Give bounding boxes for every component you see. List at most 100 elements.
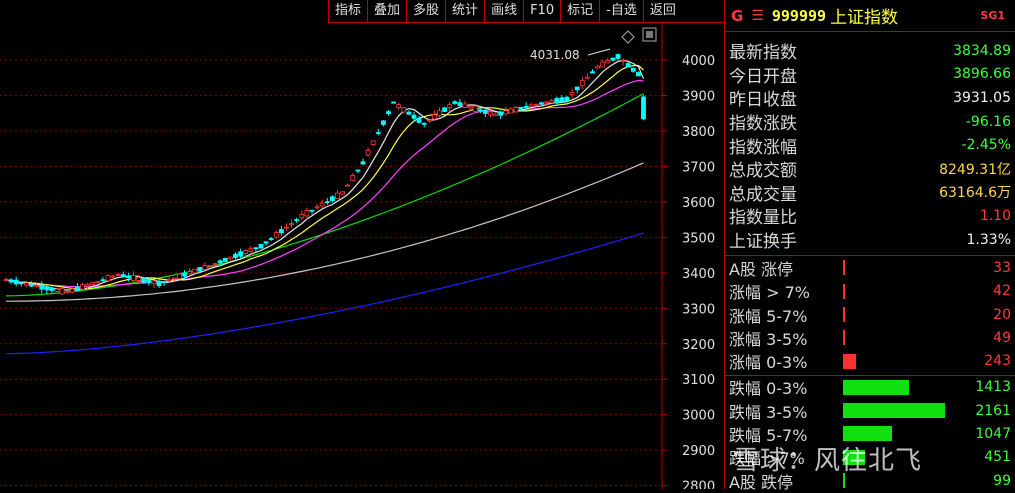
statistics-button[interactable]: 统计 xyxy=(445,0,485,22)
candle-body xyxy=(202,265,208,270)
candle-body xyxy=(482,109,488,114)
stat-row: 上证换手 1.33% xyxy=(725,228,1015,253)
stat-row: 指数量比 1.10 xyxy=(725,204,1015,229)
sg-badge[interactable]: SG1 xyxy=(980,9,1005,22)
candle-body xyxy=(59,288,65,295)
breadth-value: 42 xyxy=(993,283,1011,300)
candle-body xyxy=(375,132,381,134)
candle-body xyxy=(636,72,641,77)
candle-body xyxy=(442,107,448,112)
candle-body xyxy=(355,169,361,172)
candle-body xyxy=(360,161,366,165)
stat-value: -2.45% xyxy=(961,137,1011,154)
candle-body xyxy=(518,106,524,110)
ma250-line xyxy=(5,232,644,355)
panel-header: G ☰ 999999 上证指数 SG1 xyxy=(725,0,1015,32)
candle-body xyxy=(187,271,193,275)
f10-button[interactable]: F10 xyxy=(523,0,561,22)
index-code: 999999 xyxy=(771,6,827,25)
candle-body xyxy=(539,102,544,105)
breadth-label: 跌幅 3-5% xyxy=(729,402,808,422)
candle-body xyxy=(80,284,85,290)
candle-body xyxy=(126,275,131,279)
group-marker[interactable]: G xyxy=(731,7,743,25)
fall-row: 跌幅 0-3% 1413 xyxy=(725,376,1015,399)
candle-body xyxy=(329,196,335,202)
breadth-label: 涨幅 3-5% xyxy=(729,329,808,349)
candle-body xyxy=(85,284,90,287)
candle-body xyxy=(120,274,126,278)
candle-body xyxy=(380,120,386,125)
candle-body xyxy=(620,60,626,62)
candle-body xyxy=(391,101,397,104)
candle-body xyxy=(569,92,575,96)
draw-line-button[interactable]: 画线 xyxy=(484,0,524,22)
stat-label: 今日开盘 xyxy=(729,66,797,87)
y-tick-label: 3500 xyxy=(682,231,715,246)
breadth-label: 涨幅 5-7% xyxy=(729,306,808,326)
candle-body xyxy=(559,97,565,103)
ma10-line xyxy=(5,64,644,290)
menu-icon[interactable]: ☰ xyxy=(751,8,764,24)
indicator-button[interactable]: 指标 xyxy=(328,0,368,22)
candle-body xyxy=(477,109,483,112)
candle-body xyxy=(457,102,463,106)
candle-body xyxy=(49,287,55,291)
candle-body xyxy=(166,279,172,282)
candle-body xyxy=(90,282,96,285)
stat-row: 总成交额 8249.31亿 xyxy=(725,157,1015,181)
rise-row: A股 涨停 33 xyxy=(725,256,1015,279)
candle-body xyxy=(34,285,39,288)
index-name: 上证指数 xyxy=(830,8,899,28)
candle-body xyxy=(182,272,187,277)
breadth-bar xyxy=(843,283,845,299)
breadth-value: 1413 xyxy=(975,379,1011,396)
candle-body xyxy=(544,101,549,104)
candle-body xyxy=(605,60,611,64)
candle-body xyxy=(493,113,499,117)
candle-body xyxy=(18,282,24,285)
breadth-bar xyxy=(843,353,857,369)
stat-row: 指数涨幅 -2.45% xyxy=(725,133,1015,158)
candle-body xyxy=(467,106,473,109)
candle-body xyxy=(309,209,315,212)
stat-value: 8249.31亿 xyxy=(939,161,1011,178)
kline-chart[interactable]: 4000 3900 3800 3700 3600 3500 3400 3300 3200 3100… xyxy=(0,0,724,489)
y-tick-label: 3900 xyxy=(682,89,715,104)
breadth-label: 涨幅 0-3% xyxy=(729,353,808,373)
candle-body xyxy=(513,107,519,113)
candle-body xyxy=(289,223,295,225)
ma60-line xyxy=(5,93,644,297)
candle-body xyxy=(227,256,233,260)
stat-label: 指数涨幅 xyxy=(729,137,797,158)
candle-body xyxy=(197,267,203,272)
mark-button[interactable]: 标记 xyxy=(560,0,600,22)
breadth-bar xyxy=(843,306,845,322)
breadth-bar-track xyxy=(843,353,963,369)
stat-row: 昨日收盘 3931.05 xyxy=(725,86,1015,111)
expand-icon xyxy=(621,30,635,44)
y-tick-label: 2900 xyxy=(682,444,715,459)
candle-body xyxy=(44,286,50,291)
candle-body xyxy=(411,114,417,119)
candle-body xyxy=(39,284,45,290)
candle-body xyxy=(95,281,101,284)
y-tick-label: 3400 xyxy=(682,267,715,282)
candle-body xyxy=(233,253,238,259)
remove-watchlist-button[interactable]: -自选 xyxy=(599,0,643,22)
stat-label: 总成交量 xyxy=(729,184,797,205)
candle-body xyxy=(365,150,371,156)
rise-row: 涨幅 5-7% 20 xyxy=(725,303,1015,326)
y-tick-label: 3700 xyxy=(682,160,715,175)
overlay-button[interactable]: 叠加 xyxy=(367,0,407,22)
candle-body xyxy=(243,250,249,254)
breadth-bar-track xyxy=(843,306,963,322)
candle-body xyxy=(528,104,534,107)
candle-body xyxy=(29,283,34,287)
multi-stock-button[interactable]: 多股 xyxy=(406,0,446,22)
kline-chart-area[interactable]: 4000 3900 3800 3700 3600 3500 3400 3300 3200 3100… xyxy=(0,0,724,489)
back-button[interactable]: 返回 xyxy=(642,0,682,22)
breadth-value: 2161 xyxy=(975,402,1011,419)
candle-body xyxy=(23,282,29,286)
rise-row: 涨幅 0-3% 243 xyxy=(725,350,1015,373)
